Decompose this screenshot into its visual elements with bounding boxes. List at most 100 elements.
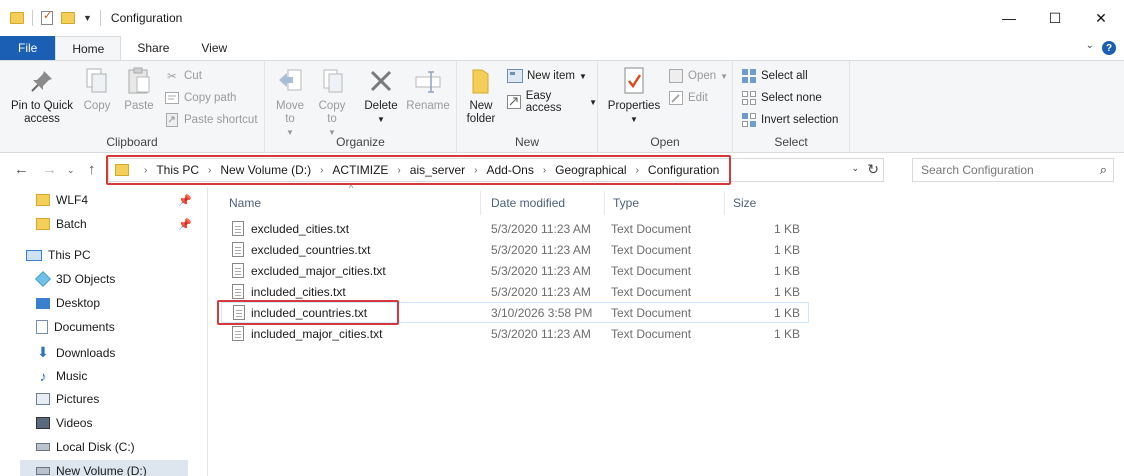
pin-icon[interactable]: 📌 [178, 194, 192, 207]
forward-arrow-icon[interactable]: → [42, 161, 57, 178]
new-item-chevron-icon: ▼ [578, 71, 587, 81]
rename-button[interactable]: Rename [405, 65, 451, 113]
delete-x-icon [365, 65, 397, 97]
pin-label: Pin to Quick access [11, 100, 73, 125]
tab-share[interactable]: Share [121, 36, 185, 60]
breadcrumb-separator-icon[interactable]: › [543, 165, 546, 176]
minimize-button[interactable]: — [986, 0, 1032, 36]
breadcrumb-separator-icon[interactable]: › [474, 165, 477, 176]
column-header-type[interactable]: Type [605, 191, 725, 215]
invert-selection-button[interactable]: Invert selection [741, 112, 838, 128]
nav-item-3d-objects[interactable]: 3D Objects [35, 271, 116, 287]
open-button[interactable]: Open ▼ [668, 68, 728, 84]
tab-home[interactable]: Home [55, 36, 122, 60]
nav-item-documents[interactable]: Documents [36, 320, 115, 334]
select-all-label: Select all [761, 70, 808, 82]
breadcrumb: › This PC › New Volume (D:) › ACTIMIZE ›… [115, 163, 719, 177]
table-row[interactable]: included_cities.txt 5/3/2020 11:23 AM Te… [221, 281, 809, 302]
help-icon[interactable]: ? [1102, 41, 1116, 55]
breadcrumb-separator-icon[interactable]: › [320, 165, 323, 176]
delete-button[interactable]: Delete ▼ [361, 65, 401, 126]
column-header-name[interactable]: Name [221, 191, 481, 215]
collapse-ribbon-chevron-icon[interactable]: ⌄ [1086, 40, 1094, 51]
back-arrow-icon[interactable]: ← [14, 161, 29, 178]
easy-access-icon [507, 94, 522, 110]
address-bar[interactable]: › This PC › New Volume (D:) › ACTIMIZE ›… [108, 158, 884, 182]
copy-button[interactable]: Copy [80, 65, 114, 113]
table-row[interactable]: included_countries.txt 3/10/2026 3:58 PM… [221, 302, 809, 323]
paste-button[interactable]: Paste [120, 65, 158, 113]
breadcrumb-add-ons[interactable]: Add-Ons [486, 163, 533, 177]
new-folder-icon[interactable] [61, 12, 75, 24]
select-all-button[interactable]: Select all [741, 68, 808, 84]
table-row[interactable]: excluded_cities.txt 5/3/2020 11:23 AM Te… [221, 218, 809, 239]
breadcrumb-separator-icon[interactable]: › [144, 165, 147, 176]
breadcrumb-new-volume[interactable]: New Volume (D:) [220, 163, 311, 177]
folder-icon[interactable] [10, 12, 24, 24]
breadcrumb-separator-icon[interactable]: › [208, 165, 211, 176]
easy-access-button[interactable]: Easy access ▼ [507, 90, 597, 114]
pin-icon[interactable]: 📌 [178, 218, 192, 231]
nav-item-batch[interactable]: Batch [36, 217, 87, 231]
properties-button[interactable]: Properties ▼ [606, 65, 662, 126]
nav-item-label: This PC [48, 248, 91, 262]
nav-item-music[interactable]: ♪ Music [36, 368, 88, 384]
nav-item-pictures[interactable]: Pictures [36, 392, 99, 406]
refresh-icon[interactable]: ↻ [867, 161, 879, 178]
copy-path-button[interactable]: Copy path [164, 90, 236, 106]
cut-button[interactable]: ✂ Cut [164, 68, 202, 84]
text-file-icon [232, 263, 244, 278]
file-size: 1 KB [774, 326, 801, 341]
breadcrumb-geographical[interactable]: Geographical [555, 163, 626, 177]
customize-toolbar-chevron-icon[interactable]: ▼ [83, 13, 92, 23]
properties-check-icon [618, 65, 650, 97]
nav-item-label: Local Disk (C:) [56, 440, 135, 454]
nav-item-this-pc[interactable]: This PC [26, 248, 91, 262]
nav-item-downloads[interactable]: ⬇ Downloads [36, 344, 115, 361]
move-to-button[interactable]: Move to ▼ [273, 65, 307, 139]
table-row[interactable]: excluded_countries.txt 5/3/2020 11:23 AM… [221, 239, 809, 260]
breadcrumb-separator-icon[interactable]: › [636, 165, 639, 176]
nav-item-wlf4[interactable]: WLF4 [36, 193, 88, 207]
copy-to-button[interactable]: Copy to ▼ [315, 65, 349, 139]
column-header-date[interactable]: Date modified [483, 191, 605, 215]
up-arrow-icon[interactable]: ↑ [88, 161, 96, 178]
nav-item-videos[interactable]: Videos [36, 416, 92, 430]
properties-icon[interactable] [41, 9, 53, 25]
breadcrumb-configuration[interactable]: Configuration [648, 163, 719, 177]
table-row[interactable]: included_major_cities.txt 5/3/2020 11:23… [221, 323, 809, 344]
recent-locations-chevron-icon[interactable]: ⌄ [67, 165, 75, 176]
tab-view[interactable]: View [185, 36, 243, 60]
file-name: excluded_major_cities.txt [251, 263, 386, 278]
breadcrumb-this-pc[interactable]: This PC [156, 163, 199, 177]
nav-item-label: Downloads [56, 345, 116, 360]
breadcrumb-actimize[interactable]: ACTIMIZE [332, 163, 388, 177]
close-button[interactable]: ✕ [1078, 0, 1124, 36]
table-row[interactable]: excluded_major_cities.txt 5/3/2020 11:23… [221, 260, 809, 281]
folder-icon [36, 218, 50, 230]
breadcrumb-ais-server[interactable]: ais_server [410, 163, 465, 177]
file-size: 1 KB [774, 284, 801, 299]
pin-quick-access-button[interactable]: Pin to Quick access [8, 65, 76, 126]
nav-item-desktop[interactable]: Desktop [36, 296, 100, 310]
nav-item-new-volume-d[interactable]: New Volume (D:) [20, 460, 188, 476]
address-history-chevron-icon[interactable]: ⌄ [851, 163, 859, 174]
file-size: 1 KB [774, 305, 801, 320]
column-header-size[interactable]: Size [725, 191, 805, 215]
rename-label: Rename [406, 100, 450, 112]
new-item-button[interactable]: New item ▼ [507, 68, 587, 84]
desktop-icon [36, 297, 50, 309]
nav-item-local-disk-c[interactable]: Local Disk (C:) [36, 440, 135, 454]
search-icon[interactable]: ⌕ [1100, 162, 1107, 178]
maximize-button[interactable]: ☐ [1032, 0, 1078, 36]
breadcrumb-separator-icon[interactable]: › [397, 165, 400, 176]
search-input[interactable]: Search Configuration ⌕ [912, 158, 1114, 182]
new-folder-button[interactable]: New folder [461, 65, 501, 126]
paste-shortcut-button[interactable]: Paste shortcut [164, 112, 258, 128]
tab-file[interactable]: File [0, 36, 56, 60]
nav-item-label: 3D Objects [56, 272, 116, 286]
select-none-button[interactable]: Select none [741, 90, 822, 106]
edit-button[interactable]: Edit [668, 90, 708, 106]
search-placeholder: Search Configuration [921, 163, 1034, 177]
open-chevron-icon: ▼ [720, 71, 729, 81]
